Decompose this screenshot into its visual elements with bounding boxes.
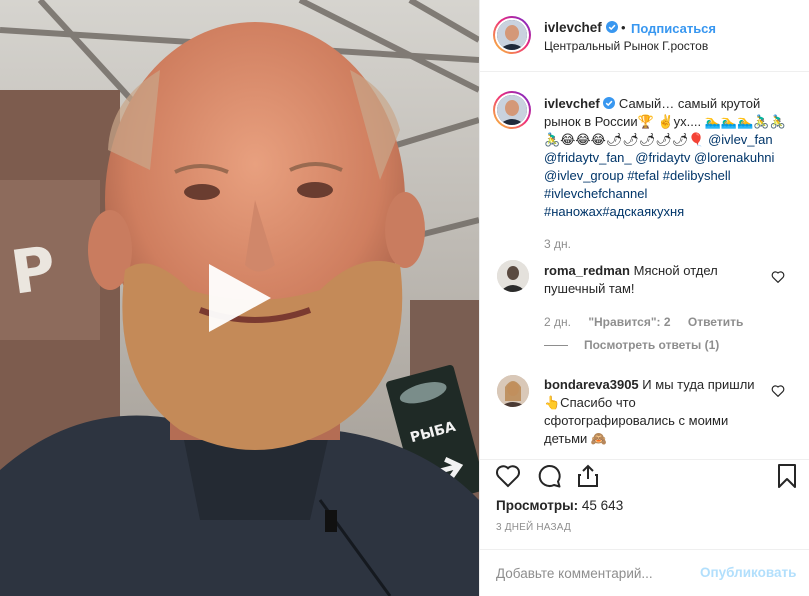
post-timestamp[interactable]: 3 дней назад	[496, 522, 571, 533]
hashtag-link[interactable]: #ivlevchefchannel	[544, 186, 647, 201]
heart-icon[interactable]	[771, 384, 785, 397]
post-sidebar: ivlevchef • Подписаться Центральный Рыно…	[479, 0, 809, 596]
header-separator: •	[621, 20, 626, 35]
avatar-photo	[497, 95, 527, 125]
comment-likes[interactable]: "Нравится": 2	[588, 315, 670, 329]
caption-time[interactable]: 3 дн.	[544, 237, 571, 251]
avatar-photo	[497, 260, 529, 292]
commenter-avatar[interactable]	[497, 375, 529, 407]
comments-list[interactable]: ivlevchef Самый… самый крутой рынок в Ро…	[480, 73, 809, 459]
mention-link[interactable]: @fridaytv_fan_	[544, 150, 632, 165]
heart-icon[interactable]	[771, 270, 785, 283]
mention-link[interactable]: @ivlev_fan	[708, 132, 773, 147]
play-icon[interactable]	[205, 262, 275, 334]
comment-composer: Опубликовать	[480, 549, 809, 596]
author-avatar[interactable]	[493, 16, 531, 54]
mention-link[interactable]: @ivlev_group	[544, 168, 624, 183]
mention-link[interactable]: @fridaytv	[635, 150, 690, 165]
caption-author-avatar[interactable]	[493, 91, 531, 129]
publish-button[interactable]: Опубликовать	[700, 565, 796, 580]
hashtag-link[interactable]: #delibyshell	[663, 168, 731, 183]
author-username-text[interactable]: ivlevchef	[544, 20, 602, 35]
views-value: 45 643	[581, 498, 624, 513]
follow-button[interactable]: Подписаться	[631, 21, 716, 36]
commenter-avatar[interactable]	[497, 260, 529, 292]
post-header: ivlevchef • Подписаться Центральный Рыно…	[480, 0, 809, 72]
video-player[interactable]: P РЫБА	[0, 0, 479, 596]
reply-button[interactable]: Ответить	[688, 315, 743, 329]
share-icon[interactable]	[575, 463, 601, 489]
verified-icon	[605, 21, 618, 33]
post-modal: P РЫБА ivlevchef • Подписаться Центральн…	[0, 0, 809, 596]
avatar-photo	[497, 375, 529, 407]
comment-time[interactable]: 2 дн.	[544, 315, 571, 329]
mention-link[interactable]: @lorenakuhni	[694, 150, 774, 165]
post-actions: Просмотры: 45 643 3 дней назад	[480, 459, 809, 549]
hashtag-link[interactable]: #tefal	[627, 168, 659, 183]
caption-username[interactable]: ivlevchef	[544, 96, 600, 111]
heart-icon[interactable]	[495, 463, 521, 489]
comment-icon[interactable]	[536, 463, 562, 489]
view-replies-button[interactable]: Посмотреть ответы (1)	[544, 338, 719, 352]
bookmark-icon[interactable]	[774, 463, 800, 489]
post-caption: ivlevchef Самый… самый крутой рынок в Ро…	[544, 95, 788, 221]
comment: bondareva3905 И мы туда пришли 👆Спасибо …	[544, 376, 764, 448]
comment-meta: 2 дн. "Нравится": 2 Ответить	[544, 315, 743, 329]
views-label: Просмотры:	[496, 498, 579, 513]
views-count[interactable]: Просмотры: 45 643	[496, 498, 623, 513]
location-link[interactable]: Центральный Рынок Г.ростов	[544, 39, 708, 53]
hashtag-link[interactable]: #наножах#адскаякухня	[544, 204, 684, 219]
avatar-photo	[497, 20, 527, 50]
verified-icon	[603, 97, 616, 109]
comment-input[interactable]	[496, 563, 696, 583]
author-username[interactable]: ivlevchef	[544, 20, 618, 35]
replies-divider	[544, 345, 568, 347]
comment-username[interactable]: roma_redman	[544, 263, 630, 278]
view-replies-label[interactable]: Посмотреть ответы (1)	[584, 338, 719, 352]
comment: roma_redman Мясной отдел пушечный там!	[544, 262, 764, 298]
comment-username[interactable]: bondareva3905	[544, 377, 639, 392]
